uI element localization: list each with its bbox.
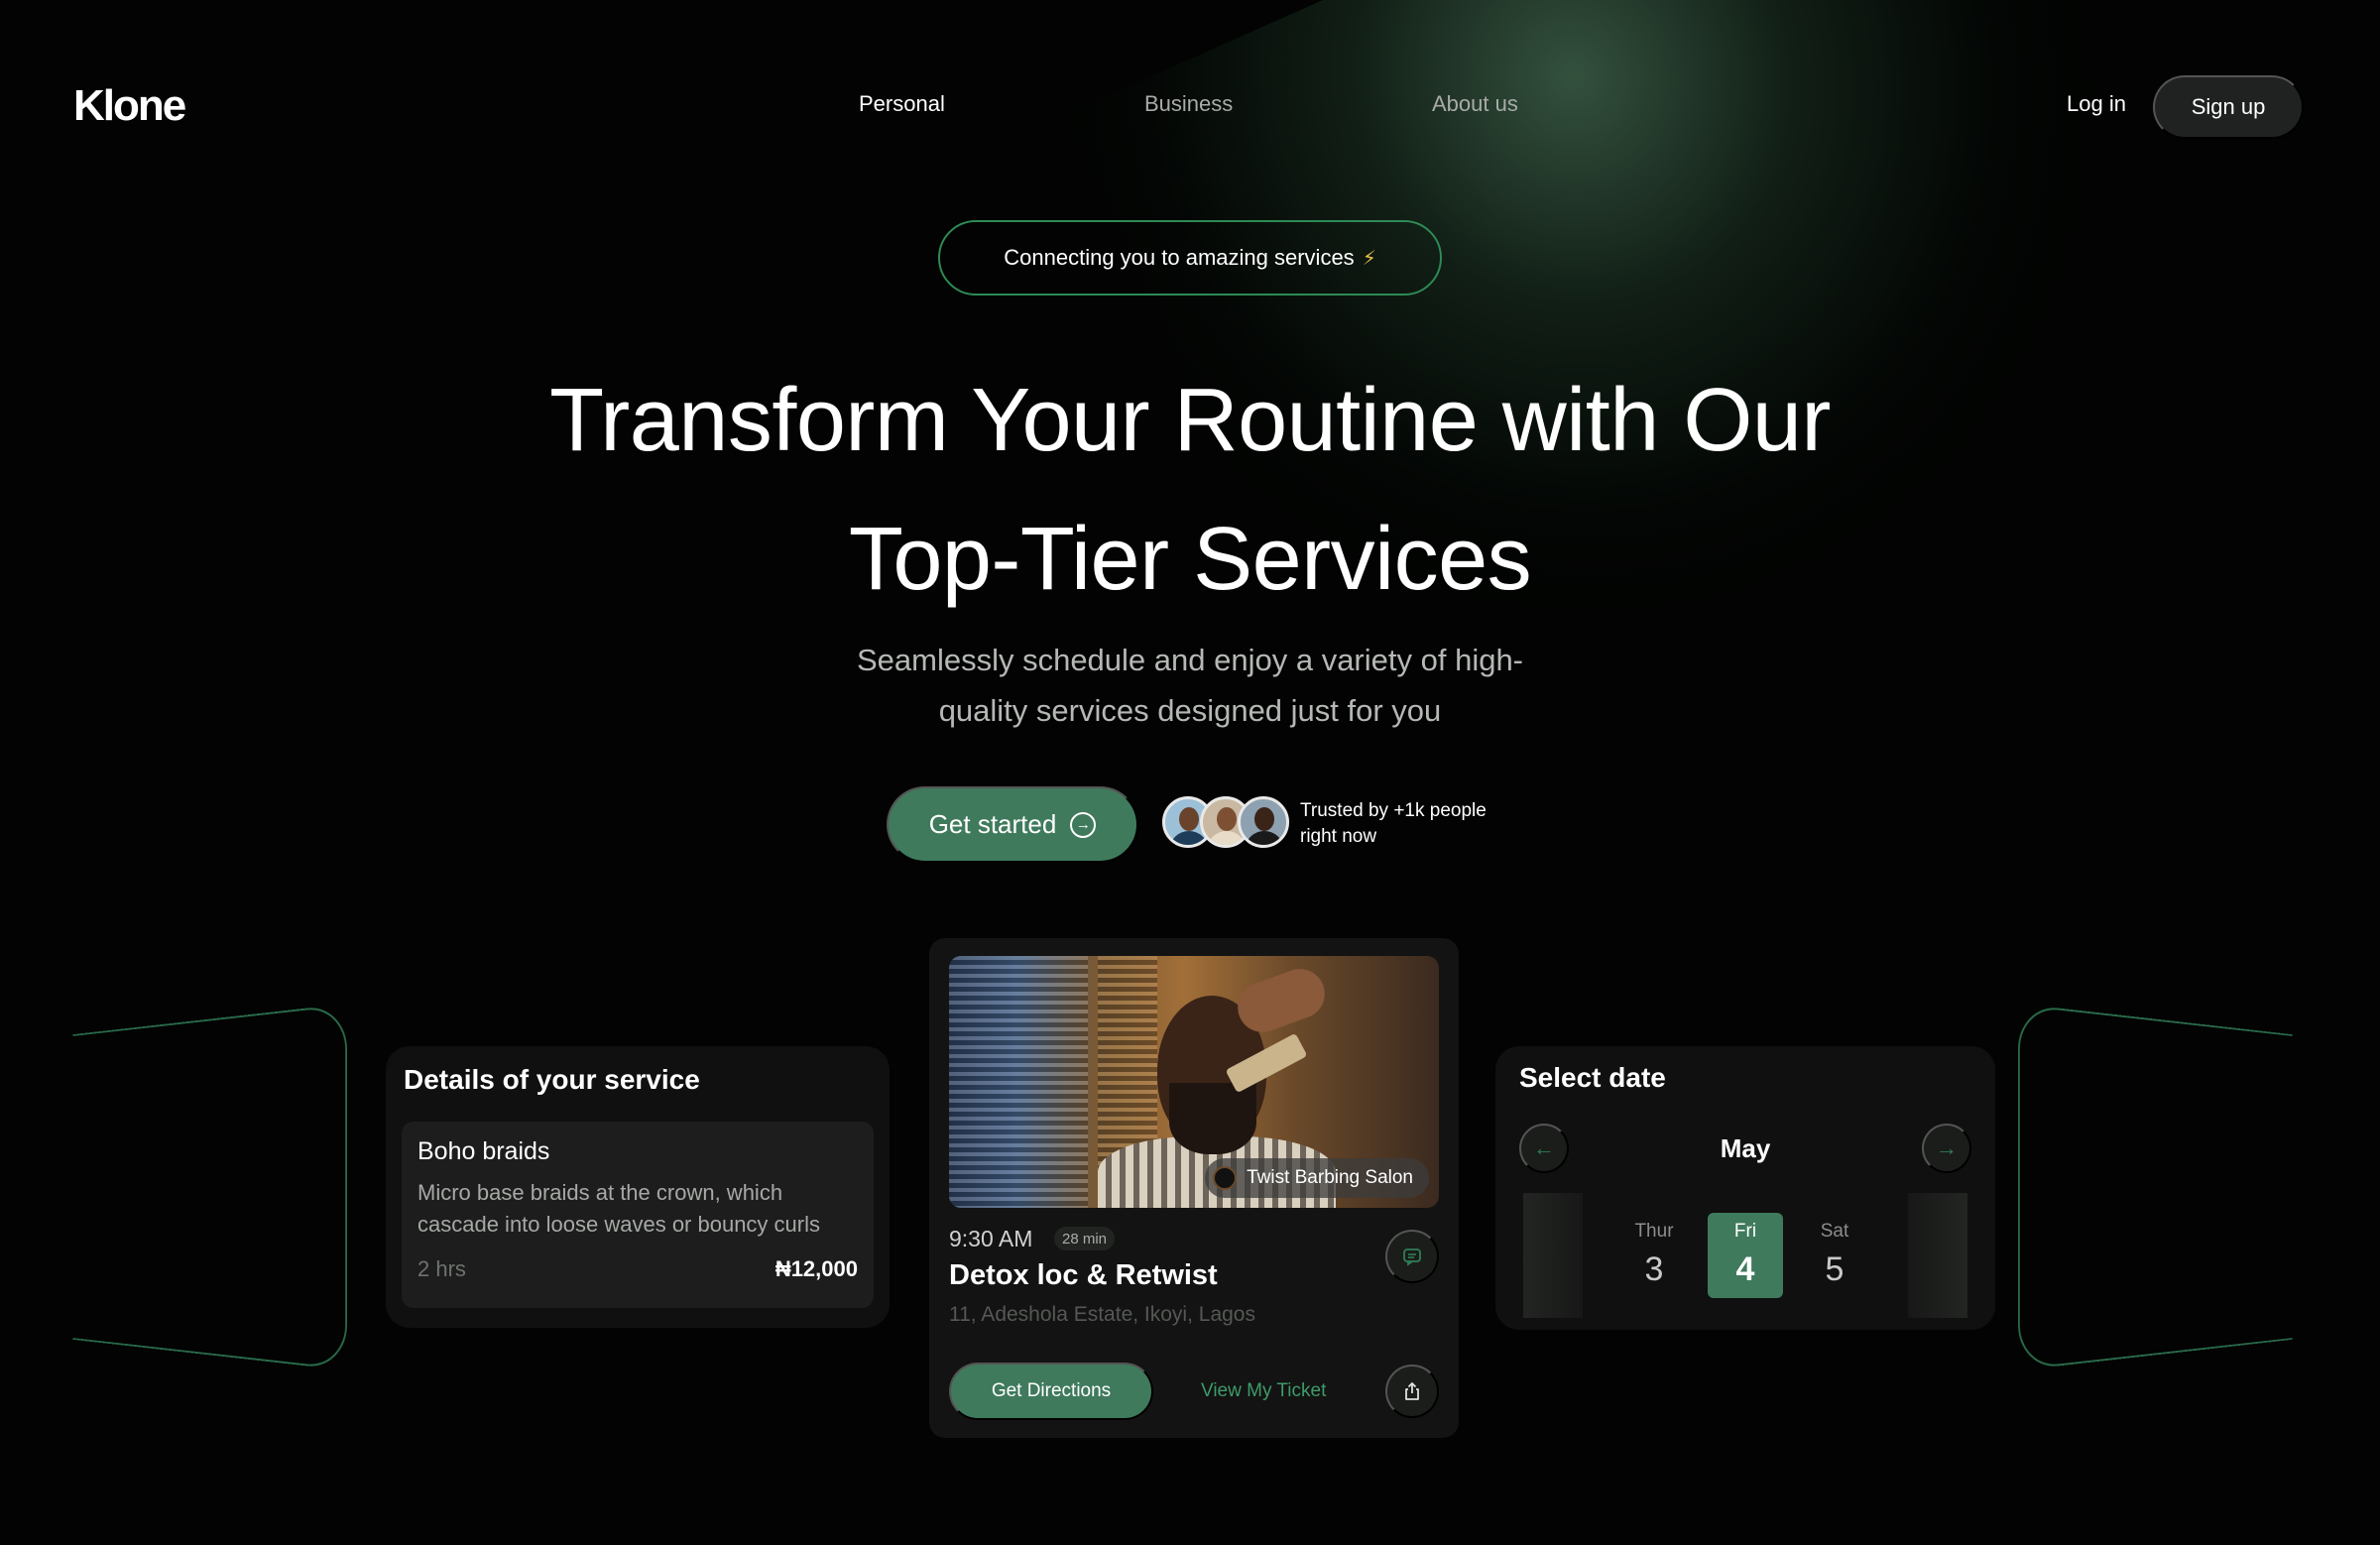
month-label: May bbox=[1720, 1133, 1771, 1163]
lightning-icon: ⚡ bbox=[1362, 247, 1376, 270]
day-number: 5 bbox=[1825, 1250, 1844, 1288]
trust-line1: Trusted by +1k people bbox=[1300, 800, 1487, 821]
day-number: 4 bbox=[1735, 1250, 1755, 1288]
view-ticket-link[interactable]: View My Ticket bbox=[1201, 1380, 1326, 1402]
share-icon bbox=[1405, 1381, 1419, 1400]
login-link[interactable]: Log in bbox=[2067, 91, 2126, 117]
decorative-frame-left bbox=[72, 1004, 347, 1370]
nav-business[interactable]: Business bbox=[1144, 91, 1233, 117]
get-started-label: Get started bbox=[928, 809, 1057, 839]
nav-personal[interactable]: Personal bbox=[859, 91, 945, 117]
share-button[interactable] bbox=[1385, 1365, 1439, 1418]
day-number: 3 bbox=[1644, 1250, 1664, 1288]
salon-tag: Twist Barbing Salon bbox=[1205, 1158, 1429, 1198]
date-fade-right bbox=[1908, 1193, 1967, 1318]
date-card-title: Select date bbox=[1519, 1062, 1666, 1093]
date-option-fri-selected[interactable]: Fri 4 bbox=[1708, 1213, 1783, 1298]
booking-address: 11, Adeshola Estate, Ikoyi, Lagos bbox=[949, 1303, 1255, 1326]
hero-subtitle-line1: Seamlessly schedule and enjoy a variety … bbox=[856, 643, 1524, 677]
hero-title-line2: Top-Tier Services bbox=[848, 510, 1532, 609]
barber-photo: Twist Barbing Salon bbox=[949, 956, 1439, 1208]
chat-button[interactable] bbox=[1385, 1230, 1439, 1283]
avatar-group bbox=[1162, 796, 1291, 850]
klone-logo[interactable]: Klone bbox=[73, 81, 186, 131]
logo-text: Klone bbox=[73, 81, 186, 130]
day-name: Fri bbox=[1733, 1221, 1757, 1242]
duration-badge: 28 min bbox=[1054, 1227, 1116, 1250]
nav-about[interactable]: About us bbox=[1432, 91, 1518, 117]
get-directions-button[interactable]: Get Directions bbox=[949, 1363, 1153, 1420]
trust-line2: right now bbox=[1300, 826, 1377, 847]
arrow-right-circle-icon: → bbox=[1070, 811, 1097, 838]
next-month-button[interactable]: → bbox=[1922, 1124, 1971, 1173]
date-fade-left bbox=[1523, 1193, 1583, 1318]
hero-title-line1: Transform Your Routine with Our bbox=[549, 371, 1831, 470]
tagline-pill: Connecting you to amazing services ⚡ bbox=[938, 220, 1442, 296]
tagline-text: Connecting you to amazing services bbox=[1004, 245, 1355, 270]
service-item[interactable]: Boho braids Micro base braids at the cro… bbox=[402, 1122, 874, 1308]
date-picker-card: Select date May ← → Thur 3 Fri 4 Sat 5 bbox=[1495, 1046, 1995, 1330]
decorative-frame-right bbox=[2018, 1004, 2293, 1370]
hero-title: Transform Your Routine with Our Top-Tier… bbox=[397, 351, 1983, 629]
get-started-button[interactable]: Get started → bbox=[887, 786, 1138, 863]
service-details-card: Details of your service Boho braids Micr… bbox=[386, 1046, 890, 1328]
service-description: Micro base braids at the crown, which ca… bbox=[417, 1180, 820, 1237]
hero-subtitle: Seamlessly schedule and enjoy a variety … bbox=[793, 635, 1587, 736]
arrow-left-icon: ← bbox=[1533, 1135, 1555, 1160]
salon-logo-icon bbox=[1213, 1166, 1238, 1190]
avatar bbox=[1238, 796, 1289, 848]
booking-time: 9:30 AM bbox=[949, 1226, 1033, 1251]
day-name: Thur bbox=[1634, 1221, 1674, 1242]
service-name: Boho braids bbox=[417, 1137, 550, 1165]
service-card-title: Details of your service bbox=[404, 1064, 700, 1095]
date-option-thur[interactable]: Thur 3 bbox=[1616, 1213, 1692, 1298]
booking-card: Twist Barbing Salon 9:30 AM 28 min Detox… bbox=[929, 938, 1459, 1438]
service-duration: 2 hrs bbox=[417, 1256, 466, 1281]
signup-button[interactable]: Sign up bbox=[2153, 75, 2304, 139]
trust-text: Trusted by +1k people right now bbox=[1300, 798, 1518, 850]
chat-icon bbox=[1403, 1248, 1421, 1266]
day-name: Sat bbox=[1820, 1221, 1849, 1242]
service-price: ₦12,000 bbox=[774, 1256, 858, 1281]
salon-name: Twist Barbing Salon bbox=[1247, 1167, 1413, 1188]
date-option-sat[interactable]: Sat 5 bbox=[1797, 1213, 1872, 1298]
arrow-right-icon: → bbox=[1936, 1135, 1958, 1160]
booking-service-title: Detox loc & Retwist bbox=[949, 1259, 1218, 1291]
top-nav: Klone Personal Business About us Log in … bbox=[0, 0, 2380, 214]
prev-month-button[interactable]: ← bbox=[1519, 1124, 1569, 1173]
hero-subtitle-line2: quality services designed just for you bbox=[938, 693, 1442, 728]
